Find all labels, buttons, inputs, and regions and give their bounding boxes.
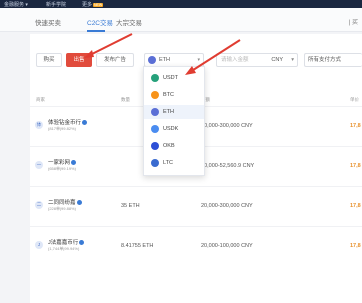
annotation-arrows	[84, 33, 241, 75]
arrow-to-usdt-icon	[185, 39, 241, 75]
arrow-to-sell-icon	[84, 33, 133, 58]
